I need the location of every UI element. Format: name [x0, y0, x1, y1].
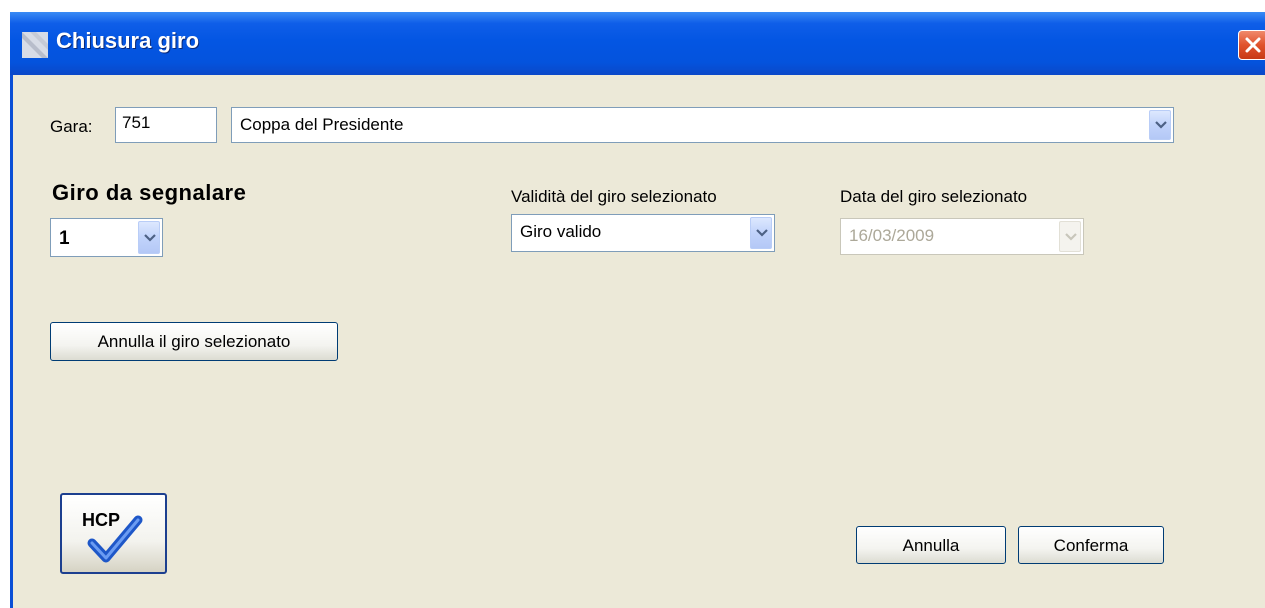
close-button[interactable]: [1238, 30, 1265, 60]
chevron-down-icon: [144, 233, 156, 242]
hcp-checkmark-icon: HCP: [82, 510, 143, 563]
gara-dropdown-button[interactable]: [1149, 110, 1171, 140]
conferma-button[interactable]: Conferma: [1018, 526, 1164, 564]
giro-select[interactable]: 1: [50, 218, 163, 257]
gara-name-select[interactable]: Coppa del Presidente: [231, 107, 1174, 143]
chevron-down-icon: [1065, 232, 1077, 241]
conferma-label: Conferma: [1053, 536, 1129, 555]
gara-label: Gara:: [50, 117, 93, 136]
window-title: Chiusura giro: [56, 28, 200, 53]
title-bar[interactable]: Chiusura giro: [10, 12, 1265, 75]
gara-code-field[interactable]: 751: [115, 107, 217, 143]
giro-dropdown-button[interactable]: [138, 221, 160, 254]
data-giro-label: Data del giro selezionato: [840, 187, 1028, 206]
annulla-label: Annulla: [902, 536, 960, 555]
hcp-button[interactable]: HCP: [60, 493, 167, 574]
app-icon: [22, 32, 48, 58]
close-icon: [1245, 37, 1261, 53]
data-giro-value: 16/03/2009: [849, 226, 935, 245]
giro-value: 1: [59, 228, 70, 249]
dialog-window: Chiusura giro Gara: 751 Coppa del Presid…: [10, 12, 1265, 608]
gara-name-value: Coppa del Presidente: [240, 115, 404, 134]
validita-dropdown-button[interactable]: [750, 217, 772, 249]
validita-select[interactable]: Giro valido: [511, 214, 775, 252]
annulla-giro-button[interactable]: Annulla il giro selezionato: [50, 322, 338, 361]
validita-value: Giro valido: [520, 222, 602, 241]
annulla-giro-label: Annulla il giro selezionato: [97, 332, 291, 351]
annulla-button[interactable]: Annulla: [856, 526, 1006, 564]
chevron-down-icon: [1155, 121, 1167, 129]
hcp-text: HCP: [82, 510, 120, 530]
validita-label: Validità del giro selezionato: [511, 187, 717, 206]
chevron-down-icon: [756, 229, 768, 237]
giro-section-title: Giro da segnalare: [52, 180, 247, 205]
data-giro-dropdown-button: [1059, 221, 1081, 252]
data-giro-picker: 16/03/2009: [840, 218, 1084, 255]
